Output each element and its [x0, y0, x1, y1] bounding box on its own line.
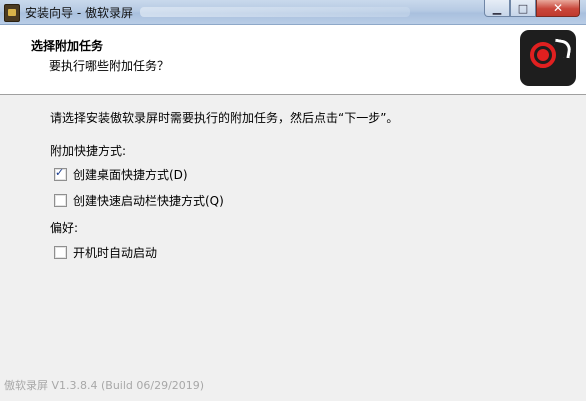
desktop-shortcut-label: 创建桌面快捷方式(D) [73, 167, 188, 182]
maximize-icon: □ [517, 1, 529, 15]
title-bar[interactable]: 安装向导 - 傲软录屏 ▁ □ ✕ [0, 0, 586, 25]
autostart-label: 开机时自动启动 [73, 245, 158, 260]
close-button[interactable]: ✕ [536, 0, 580, 17]
window-controls: ▁ □ ✕ [484, 0, 580, 19]
app-icon [4, 4, 20, 22]
desktop-shortcut-checkbox[interactable]: 创建桌面快捷方式(D) [54, 166, 188, 182]
quicklaunch-shortcut-checkbox[interactable]: 创建快速启动栏快捷方式(Q) [54, 192, 224, 208]
checkbox-unchecked-icon[interactable] [54, 193, 67, 207]
autostart-checkbox[interactable]: 开机时自动启动 [54, 244, 157, 260]
preference-group-label: 偏好: [50, 221, 79, 235]
instruction-text: 请选择安装傲软录屏时需要执行的附加任务，然后点击“下一步”。 [50, 111, 399, 125]
logo-tail [552, 38, 573, 59]
page-title: 选择附加任务 [31, 39, 104, 53]
window-title: 安装向导 - 傲软录屏 [25, 6, 133, 20]
logo-dot [537, 49, 549, 61]
page-subtitle: 要执行哪些附加任务？ [49, 59, 170, 73]
minimize-icon: ▁ [492, 1, 502, 15]
close-icon: ✕ [552, 1, 564, 15]
record-logo-icon [520, 30, 576, 86]
wizard-header: 选择附加任务 要执行哪些附加任务？ [0, 25, 586, 95]
checkbox-unchecked-icon[interactable] [54, 245, 67, 259]
title-bar-glare [140, 7, 410, 17]
minimize-button[interactable]: ▁ [484, 0, 510, 17]
version-text: 傲软录屏 V1.3.8.4 (Build 06/29/2019) [4, 379, 205, 392]
quicklaunch-shortcut-label: 创建快速启动栏快捷方式(Q) [73, 193, 224, 208]
wizard-content: 请选择安装傲软录屏时需要执行的附加任务，然后点击“下一步”。 附加快捷方式: 创… [0, 95, 586, 385]
maximize-button[interactable]: □ [510, 0, 536, 17]
checkbox-checked-icon[interactable] [54, 166, 67, 181]
shortcut-group-label: 附加快捷方式: [50, 144, 127, 158]
